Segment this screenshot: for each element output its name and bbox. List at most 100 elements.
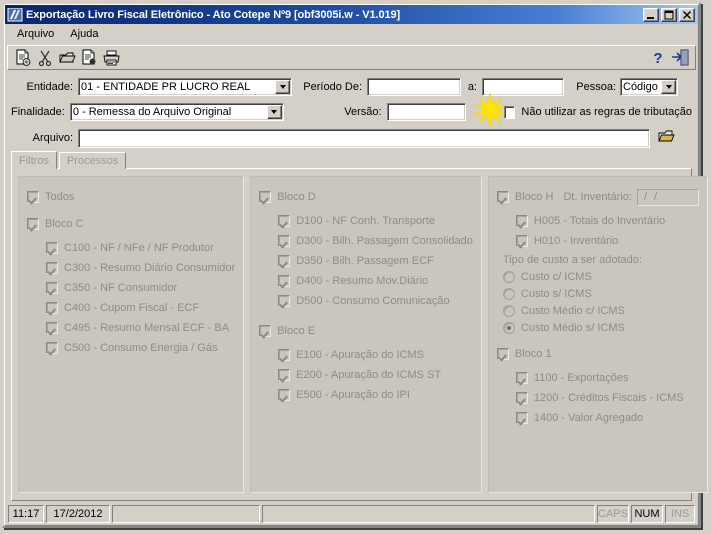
checkbox-label: Bloco C: [45, 218, 84, 230]
pessoa-label: Pessoa:: [576, 81, 616, 93]
checkbox-label: C350 - NF Consumidor: [64, 282, 178, 294]
pessoa-dropdown-button[interactable]: [661, 80, 676, 94]
checkbox-label: D100 - NF Conh. Transporte: [296, 215, 435, 227]
finalidade-dropdown-button[interactable]: [266, 105, 282, 119]
finalidade-value[interactable]: 0 - Remessa do Arquivo Original: [69, 103, 284, 121]
checkbox-d350[interactable]: D350 - Bilh. Passagem ECF: [259, 251, 473, 271]
checkbox-d400[interactable]: D400 - Resumo Mov.Diário: [259, 271, 473, 291]
finalidade-combo[interactable]: 0 - Remessa do Arquivo Original: [69, 103, 284, 121]
status-num-indicator: NUM: [631, 505, 663, 523]
close-button[interactable]: [679, 7, 695, 22]
checkbox-label: E200 - Apuração do ICMS ST: [296, 369, 442, 381]
status-ins-indicator: INS: [665, 505, 695, 523]
checkbox-label: E500 - Apuração do IPI: [296, 389, 410, 401]
chevron-down-icon: [271, 110, 278, 114]
checkbox-h005[interactable]: H005 - Totais do Inventário: [497, 211, 699, 231]
form-area: Entidade: 01 - ENTIDADE PR LUCRO REAL Pe…: [5, 72, 698, 151]
checkbox-icon: [278, 275, 291, 287]
menu-bar: Arquivo Ajuda: [5, 24, 698, 44]
radio-custo-medio-s-icms[interactable]: Custo Médio s/ ICMS: [497, 319, 699, 336]
checkbox-c300[interactable]: C300 - Resumo Diário Consumidor: [27, 258, 235, 278]
entidade-label: Entidade:: [26, 81, 73, 93]
versao-input[interactable]: [386, 103, 466, 121]
radio-custo-c-icms[interactable]: Custo c/ ICMS: [497, 268, 699, 285]
printer-icon[interactable]: [100, 47, 122, 68]
pessoa-combo[interactable]: Código: [620, 78, 678, 96]
checkbox-label: D500 - Consumo Comunicação: [296, 295, 450, 307]
entidade-combo[interactable]: 01 - ENTIDADE PR LUCRO REAL: [78, 78, 292, 96]
checkbox-icon: [515, 372, 528, 384]
checkbox-icon: [27, 218, 39, 230]
checkbox-icon: [46, 322, 58, 334]
process-document-icon[interactable]: [12, 47, 34, 68]
tab-strip: Filtros Processos: [5, 151, 698, 169]
menu-ajuda[interactable]: Ajuda: [62, 26, 106, 42]
checkbox-icon: [46, 282, 58, 294]
tab-processos[interactable]: Processos: [58, 152, 127, 169]
radio-custo-s-icms[interactable]: Custo s/ ICMS: [497, 285, 699, 302]
periodo-a-input[interactable]: [482, 78, 564, 96]
checkbox-e100[interactable]: E100 - Apuração do ICMS: [259, 345, 473, 365]
toolbar-container: ?: [5, 44, 698, 72]
checkbox-bloco-d[interactable]: Bloco D: [259, 187, 473, 207]
tab-filtros[interactable]: Filtros: [11, 151, 57, 169]
chevron-down-icon: [665, 85, 672, 89]
checkbox-h010[interactable]: H010 - Inventário: [497, 231, 699, 251]
checkbox-1200[interactable]: 1200 - Créditos Fiscais - ICMS: [497, 388, 699, 408]
checkbox-bloco-c[interactable]: Bloco C: [27, 214, 235, 234]
status-message-1: [112, 505, 260, 523]
checkbox-c100[interactable]: C100 - NF / NFe / NF Produtor: [27, 238, 235, 258]
window-title: Exportação Livro Fiscal Eletrônico - Ato…: [26, 8, 401, 21]
form-row-arquivo: Arquivo:: [11, 127, 692, 149]
tab-panel-filtros: Todos Bloco C C100 - NF / NFe / NF Produ…: [11, 168, 708, 501]
checkbox-bloco-e[interactable]: Bloco E: [259, 321, 473, 341]
checkbox-c495[interactable]: C495 - Resumo Mensal ECF - BA: [27, 318, 235, 338]
checkbox-d300[interactable]: D300 - Bilh. Passagem Consolidado: [259, 231, 473, 251]
checkbox-todos[interactable]: Todos: [27, 187, 235, 207]
radio-label: Custo Médio c/ ICMS: [520, 304, 625, 317]
nao-utilizar-regras-label: Não utilizar as regras de tributação: [521, 106, 692, 118]
checkbox-icon: [278, 389, 291, 401]
title-bar: Exportação Livro Fiscal Eletrônico - Ato…: [5, 5, 698, 24]
checkbox-d500[interactable]: D500 - Consumo Comunicação: [259, 291, 473, 311]
checkbox-bloco-1[interactable]: Bloco 1: [496, 344, 699, 364]
radio-icon: [502, 321, 515, 334]
checkbox-c350[interactable]: C350 - NF Consumidor: [27, 278, 235, 298]
checkbox-label: H010 - Inventário: [533, 235, 619, 247]
dt-inventario-label: Dt. Inventário:: [563, 191, 632, 203]
radio-icon: [502, 270, 515, 283]
checkbox-icon: [27, 191, 39, 203]
checkbox-1400[interactable]: 1400 - Valor Agregado: [497, 408, 699, 428]
entidade-value[interactable]: 01 - ENTIDADE PR LUCRO REAL: [78, 78, 292, 96]
checkbox-d100[interactable]: D100 - NF Conh. Transporte: [259, 211, 473, 231]
chevron-down-icon: [279, 85, 286, 89]
cut-scissors-icon[interactable]: [34, 47, 56, 68]
checkbox-icon: [515, 235, 528, 247]
minimize-button[interactable]: [643, 7, 659, 22]
periodo-de-input[interactable]: [367, 78, 461, 96]
radio-custo-medio-c-icms[interactable]: Custo Médio c/ ICMS: [497, 302, 699, 319]
arquivo-input[interactable]: [78, 128, 650, 148]
help-icon[interactable]: ?: [647, 47, 669, 68]
document-properties-icon[interactable]: [78, 47, 100, 68]
checkbox-bloco-h[interactable]: Bloco H Dt. Inventário: / /: [496, 187, 699, 207]
checkbox-c500[interactable]: C500 - Consumo Energia / Gás: [27, 338, 235, 358]
status-bar: 11:17 17/2/2012 CAPS NUM INS: [5, 504, 698, 524]
dt-inventario-input[interactable]: / /: [636, 188, 699, 206]
checkbox-icon: [278, 215, 291, 227]
versao-label: Versão:: [344, 106, 382, 118]
checkbox-1100[interactable]: 1100 - Exportações: [497, 368, 699, 388]
entidade-dropdown-button[interactable]: [275, 80, 290, 94]
open-file-icon[interactable]: [658, 129, 676, 148]
exit-door-icon[interactable]: [669, 47, 691, 68]
menu-arquivo[interactable]: Arquivo: [9, 26, 62, 42]
checkbox-c400[interactable]: C400 - Cupom Fiscal - ECF: [27, 298, 235, 318]
checkbox-icon: [278, 295, 291, 307]
checkbox-e200[interactable]: E200 - Apuração do ICMS ST: [259, 365, 473, 385]
checkbox-e500[interactable]: E500 - Apuração do IPI: [259, 385, 473, 405]
checkbox-icon: [515, 215, 528, 227]
maximize-button[interactable]: [661, 7, 677, 22]
nao-utilizar-regras-checkbox[interactable]: [504, 105, 516, 119]
open-folder-icon[interactable]: [56, 47, 78, 68]
